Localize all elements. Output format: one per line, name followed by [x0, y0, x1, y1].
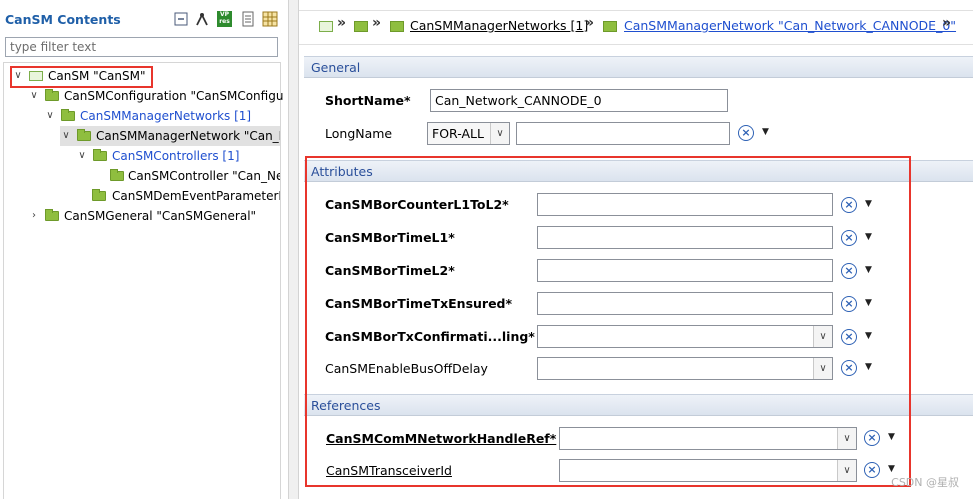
tree-item-label: CanSMManagerNetwork "Can_N — [96, 129, 280, 143]
long-name-field[interactable] — [516, 122, 730, 145]
watermark: CSDN @星叔 — [891, 476, 959, 489]
chevron-down-icon[interactable]: ∨ — [490, 123, 509, 144]
link-icon[interactable] — [194, 11, 210, 27]
document-icon[interactable] — [240, 11, 256, 27]
tree-item-manager-networks[interactable]: ∨ CanSMManagerNetworks [1] — [44, 106, 280, 126]
expand-arrow-icon[interactable]: › — [28, 206, 40, 226]
expand-arrow-icon[interactable]: ∨ — [28, 86, 40, 106]
short-name-label: ShortName* — [325, 93, 411, 108]
folder-icon[interactable] — [603, 21, 617, 32]
expand-arrow-icon[interactable]: ∨ — [44, 106, 56, 126]
breadcrumb-separator[interactable]: » — [585, 15, 594, 31]
tree-item-controllers[interactable]: ∨ CanSMControllers [1] — [76, 146, 280, 166]
vp-res-icon[interactable]: VP res — [217, 11, 232, 27]
section-general-header[interactable]: General — [304, 56, 973, 78]
tree-item-manager-network[interactable]: ∨ CanSMManagerNetwork "Can_N — [60, 126, 280, 146]
tree-item-general[interactable]: › CanSMGeneral "CanSMGeneral" — [28, 206, 280, 226]
pane-splitter[interactable] — [289, 0, 299, 499]
breadcrumb-separator[interactable]: » — [942, 15, 951, 31]
breadcrumb-separator[interactable]: » — [337, 15, 346, 31]
folder-icon — [92, 189, 106, 201]
highlight-box-attributes — [305, 156, 911, 487]
tree-item-dem-event[interactable]: CanSMDemEventParameterR — [92, 186, 280, 206]
long-name-label: LongName — [325, 126, 393, 141]
folder-icon[interactable] — [354, 21, 368, 32]
panel-title: CanSM Contents — [5, 12, 121, 27]
long-name-language-select[interactable]: FOR-ALL ∨ — [427, 122, 510, 145]
folder-icon — [45, 209, 59, 221]
breadcrumb-link-manager-networks[interactable]: CanSMManagerNetworks [1] — [410, 18, 588, 33]
tree-item-label: CanSMController "Can_Ne — [128, 169, 280, 183]
tree-item-label: CanSMConfiguration "CanSMConfigu — [64, 89, 284, 103]
highlight-box-root — [10, 66, 153, 88]
folder-icon — [61, 109, 75, 121]
breadcrumb-link-manager-network[interactable]: CanSMManagerNetwork "Can_Network_CANNODE… — [624, 18, 956, 33]
short-name-field[interactable]: Can_Network_CANNODE_0 — [430, 89, 728, 112]
folder-icon — [45, 89, 59, 101]
tree-item-configuration[interactable]: ∨ CanSMConfiguration "CanSMConfigu — [28, 86, 284, 106]
folder-icon — [93, 149, 107, 161]
filter-input[interactable] — [5, 37, 278, 57]
grid-settings-icon[interactable] — [262, 11, 278, 27]
long-name-language-value: FOR-ALL — [432, 126, 484, 141]
tree-item-label: CanSMDemEventParameterR — [112, 189, 280, 203]
tree-item-controller[interactable]: CanSMController "Can_Ne — [108, 166, 280, 186]
breadcrumb-separator[interactable]: » — [372, 15, 381, 31]
collapse-all-icon[interactable] — [173, 11, 189, 27]
tree-item-label: CanSMManagerNetworks [1] — [80, 109, 252, 123]
set-default-icon[interactable]: × — [738, 125, 754, 141]
tree-item-label: CanSMControllers [1] — [112, 149, 240, 163]
module-icon[interactable] — [319, 21, 333, 32]
folder-icon — [77, 129, 91, 141]
chevron-down-icon[interactable]: ▼ — [762, 127, 769, 137]
expand-arrow-icon[interactable]: ∨ — [60, 126, 72, 146]
tree-item-label: CanSMGeneral "CanSMGeneral" — [64, 209, 257, 223]
folder-icon — [110, 169, 124, 181]
folder-icon[interactable] — [390, 21, 404, 32]
expand-arrow-icon[interactable]: ∨ — [76, 146, 88, 166]
